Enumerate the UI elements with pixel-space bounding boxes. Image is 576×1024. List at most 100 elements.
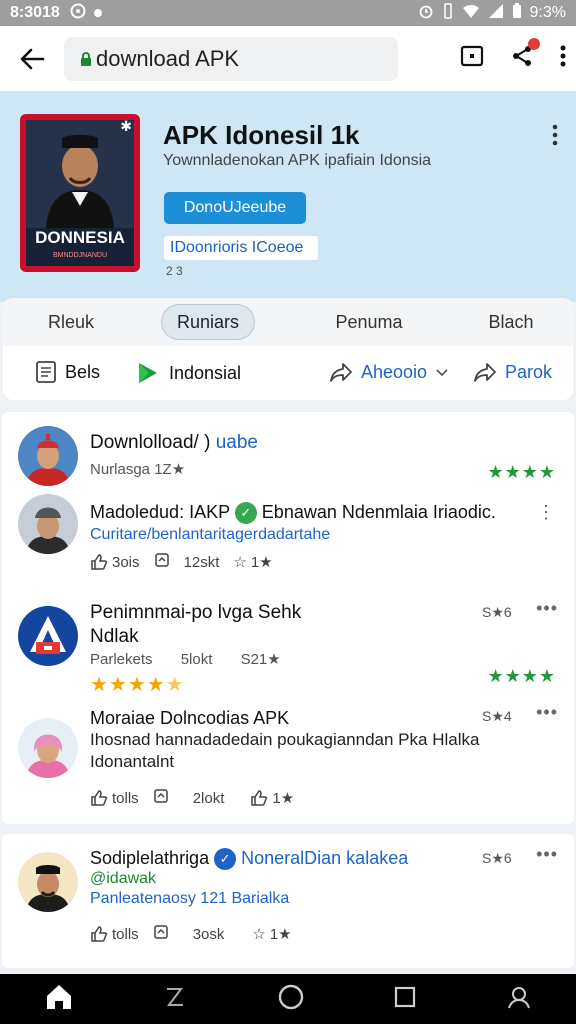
post-title: Downlolload/ ) uabe (90, 432, 258, 453)
browser-toolbar: download APK (0, 26, 576, 92)
signal-icon (488, 3, 504, 24)
indonesia-label: Indonsial (169, 362, 242, 383)
system-nav-bar (0, 974, 576, 1024)
post-title: Madoledud: IAKP ✓ Ebnawan Ndenmlaia Iria… (90, 502, 496, 525)
recents-gesture-button[interactable] (163, 985, 189, 1014)
post-count: S★4 (482, 708, 512, 724)
post-stats: 3ois 12skt ☆ 1★ (90, 552, 273, 572)
kebab-menu-icon (552, 124, 558, 146)
star-count: 1★ (250, 789, 294, 807)
post-stats: tolls 2lokt 1★ (90, 788, 294, 808)
post-card: Downlolload/ ) uabe Nurlasga 1Z★ ★★★★ Ma… (2, 412, 574, 824)
play-store-icon (139, 363, 157, 383)
avatar[interactable] (18, 426, 78, 486)
notification-dot-icon (93, 9, 102, 17)
post-count: S★6 (482, 604, 512, 620)
views-count: 12skt (183, 553, 220, 571)
post-menu-button[interactable]: ••• (536, 844, 558, 865)
post-menu-button[interactable]: ••• (536, 702, 558, 723)
overview-button[interactable] (393, 985, 417, 1014)
app-poster-image: ✱ DONNESIA BMNDDJNANDU (20, 114, 140, 272)
vibrate-icon (442, 2, 454, 24)
avatar[interactable] (18, 494, 78, 554)
bels-action[interactable]: Bels (35, 360, 100, 384)
post-title: Penimnmai-po lvga Sehk (90, 602, 302, 623)
user-icon (507, 986, 530, 1008)
thumbs-up-icon (251, 790, 268, 806)
post-description: Curitare/benlantaritagerdadartahe (90, 526, 331, 543)
category-chip[interactable]: IDoonrioris ICoeoe (164, 236, 318, 260)
profile-button[interactable] (506, 984, 532, 1015)
star-count: ☆ 1★ (252, 926, 292, 943)
battery-icon (512, 2, 522, 24)
post-handle: @idawak (90, 870, 157, 887)
lock-icon (80, 51, 92, 67)
battery-percent: 9:3% (529, 4, 566, 21)
poster-tagline: BMNDDJNANDU (52, 252, 108, 259)
tab-blach[interactable]: Blach (471, 304, 551, 340)
verified-icon: ✓ (214, 848, 237, 871)
app-version: 2 3 (166, 264, 183, 278)
tabs-icon (460, 45, 484, 67)
tab-penuma[interactable]: Penuma (319, 304, 419, 340)
chevron-down-icon (436, 369, 448, 377)
share-arrow-icon (330, 363, 352, 382)
post-stats: tolls 3osk ☆ 1★ (90, 924, 292, 944)
repost-icon[interactable] (154, 552, 170, 572)
app-header: ✱ DONNESIA BMNDDJNANDU APK Idonesil 1k Y… (0, 92, 576, 302)
avatar[interactable] (18, 606, 78, 666)
circle-home-button[interactable] (277, 983, 305, 1016)
rating-stars-gold: ★★★★★ (90, 674, 185, 696)
menu-button[interactable] (560, 44, 566, 73)
app-menu-button[interactable] (552, 124, 558, 151)
back-button[interactable] (0, 47, 64, 71)
post-title-link[interactable]: NoneralDian kalakea (241, 848, 408, 868)
avatar[interactable] (18, 718, 78, 778)
post-menu-button[interactable]: ••• (536, 598, 558, 619)
repost-icon[interactable] (153, 924, 169, 944)
indonesia-action[interactable]: Indonsial (135, 360, 241, 386)
avatar[interactable] (18, 852, 78, 912)
thumbs-up-icon (91, 926, 108, 942)
post-title-link[interactable]: uabe (216, 432, 258, 453)
forward-arrow-icon (474, 363, 496, 382)
post-menu-button[interactable]: ⋮ (537, 502, 556, 523)
like-button[interactable]: tolls (90, 925, 139, 943)
rating-stars: ★★★★ (487, 462, 556, 482)
star-count: ☆ 1★ (233, 554, 273, 571)
post-meta: Parlekets 5lokt S21★ (90, 651, 281, 668)
download-button[interactable]: DonoUJeeube (164, 192, 306, 224)
parok-label: Parok (505, 361, 553, 382)
post-meta: Panleatenaosy 121 Barialka (90, 890, 290, 907)
home-button[interactable] (44, 983, 74, 1016)
document-icon (36, 361, 56, 383)
tab-switcher-button[interactable] (460, 44, 484, 73)
share-button[interactable] (510, 38, 540, 73)
parok-action[interactable]: Parok (473, 360, 552, 384)
person-portrait (26, 120, 134, 228)
verified-icon: ✓ (234, 502, 257, 525)
post-title: Moraiae Dolncodias APK (90, 708, 290, 728)
like-button[interactable]: 3ois (90, 553, 140, 571)
arrow-left-icon (20, 48, 45, 69)
repost-icon[interactable] (153, 788, 169, 808)
views-count: 2lokt (192, 789, 225, 807)
wifi-icon (462, 3, 480, 24)
bels-label: Bels (65, 361, 101, 382)
post-meta: Nurlasga 1Z★ (90, 461, 186, 478)
star-outline-icon: ☆ (252, 926, 266, 943)
poster-title: DONNESIA (35, 228, 125, 247)
app-title: APK Idonesil 1k (163, 120, 360, 150)
post-title-line2: Ndlak (90, 626, 139, 647)
settings-status-icon (70, 3, 86, 24)
alarm-icon (418, 3, 434, 24)
poster-logo-icon: ✱ (120, 118, 132, 134)
post-description: Ihosnad hannadadedain poukagianndan Pka … (90, 730, 480, 749)
tab-runiars[interactable]: Runiars (161, 304, 255, 340)
url-field[interactable]: download APK (64, 36, 398, 81)
ahecodo-action[interactable]: Aheooio (329, 360, 449, 384)
like-button[interactable]: tolls (90, 789, 139, 807)
circle-icon (278, 984, 304, 1009)
tab-rleuk[interactable]: Rleuk (23, 304, 119, 340)
action-row: Bels Indonsial Aheooio Parok (3, 346, 573, 400)
